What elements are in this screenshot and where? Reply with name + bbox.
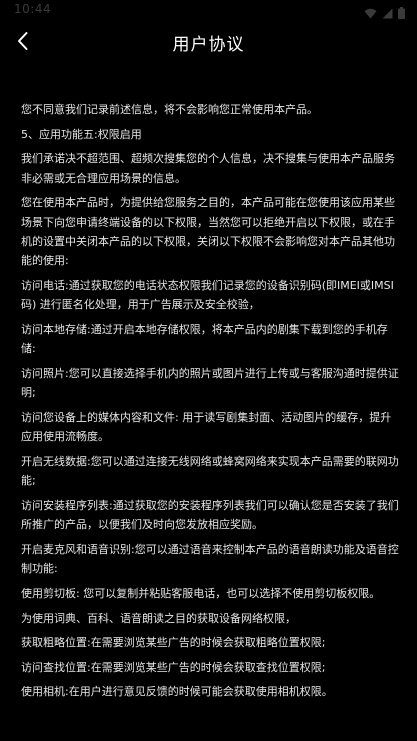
agreement-paragraph: 我们承诺决不超范围、超频次搜集您的个人信息，决不搜集与使用本产品服务非必需或无合… [21, 152, 395, 185]
status-bar: 10:44 [0, 0, 417, 24]
permission-item-network: 为使用词典、百科、语音朗读之目的获取设备网络权限， [21, 611, 296, 625]
wifi-icon [364, 4, 377, 23]
battery-icon [398, 4, 405, 23]
status-icons [364, 4, 405, 23]
permission-item-wireless: 开启无线数据:您可以通过连接无线网络或蜂窝网络来实现本产品需要的联网功能; [21, 455, 399, 488]
status-time: 10:44 [14, 2, 52, 16]
agreement-content: 您不同意我们记录前述信息，将不会影响您正常使用本产品。 5、应用功能五:权限启用… [21, 100, 399, 707]
permission-item-find-location: 访问查找位置:在需要浏览某些广告的时候会获取查找位置权限; [21, 660, 326, 674]
page-title: 用户协议 [172, 35, 245, 55]
permission-item-media: 访问您设备上的媒体内容和文件: 用于读写剧集封面、活动图片的缓存，提升应用使用流… [21, 411, 392, 444]
permission-item-clipboard: 使用剪切板: 您可以复制并粘贴客服电话，也可以选择不使用剪切板权限。 [21, 587, 381, 600]
permission-item-installed-apps: 访问安装程序列表:通过获取您的安装程序列表我们可以确认您是否安装了我们所推广的产… [21, 499, 399, 532]
permission-item-microphone: 开启麦克风和语音识别:您可以通过语音来控制本产品的语音朗读功能及语音控制功能: [21, 543, 399, 576]
nav-bar: 用户协议 [0, 24, 417, 64]
agreement-paragraph: 您在使用本产品时，为提供给您服务之目的，本产品可能在您使用该应用某些场景下向您申… [21, 196, 395, 268]
section-heading: 5、应用功能五:权限启用 [21, 127, 142, 141]
permission-item-camera: 使用相机:在用户进行意见反馈的时候可能会获取使用相机权限。 [21, 685, 333, 699]
permission-item-storage: 访问本地存储:通过开启本地存储权限，将本产品内的剧集下载到您的手机存储: [21, 323, 388, 356]
agreement-paragraph: 您不同意我们记录前述信息，将不会影响您正常使用本产品。 [21, 103, 318, 116]
permission-item-phone: 访问电话:通过获取您的电话状态权限我们记录您的设备识别码(即IMEI或IMSI码… [21, 279, 394, 312]
permission-item-coarse-location: 获取粗略位置:在需要浏览某些广告的时候会获取粗略位置权限; [21, 636, 326, 650]
permission-item-photos: 访问照片:您可以直接选择手机内的照片或图片进行上传或与客服沟通时提供证明; [21, 367, 399, 400]
signal-icon [382, 4, 393, 23]
